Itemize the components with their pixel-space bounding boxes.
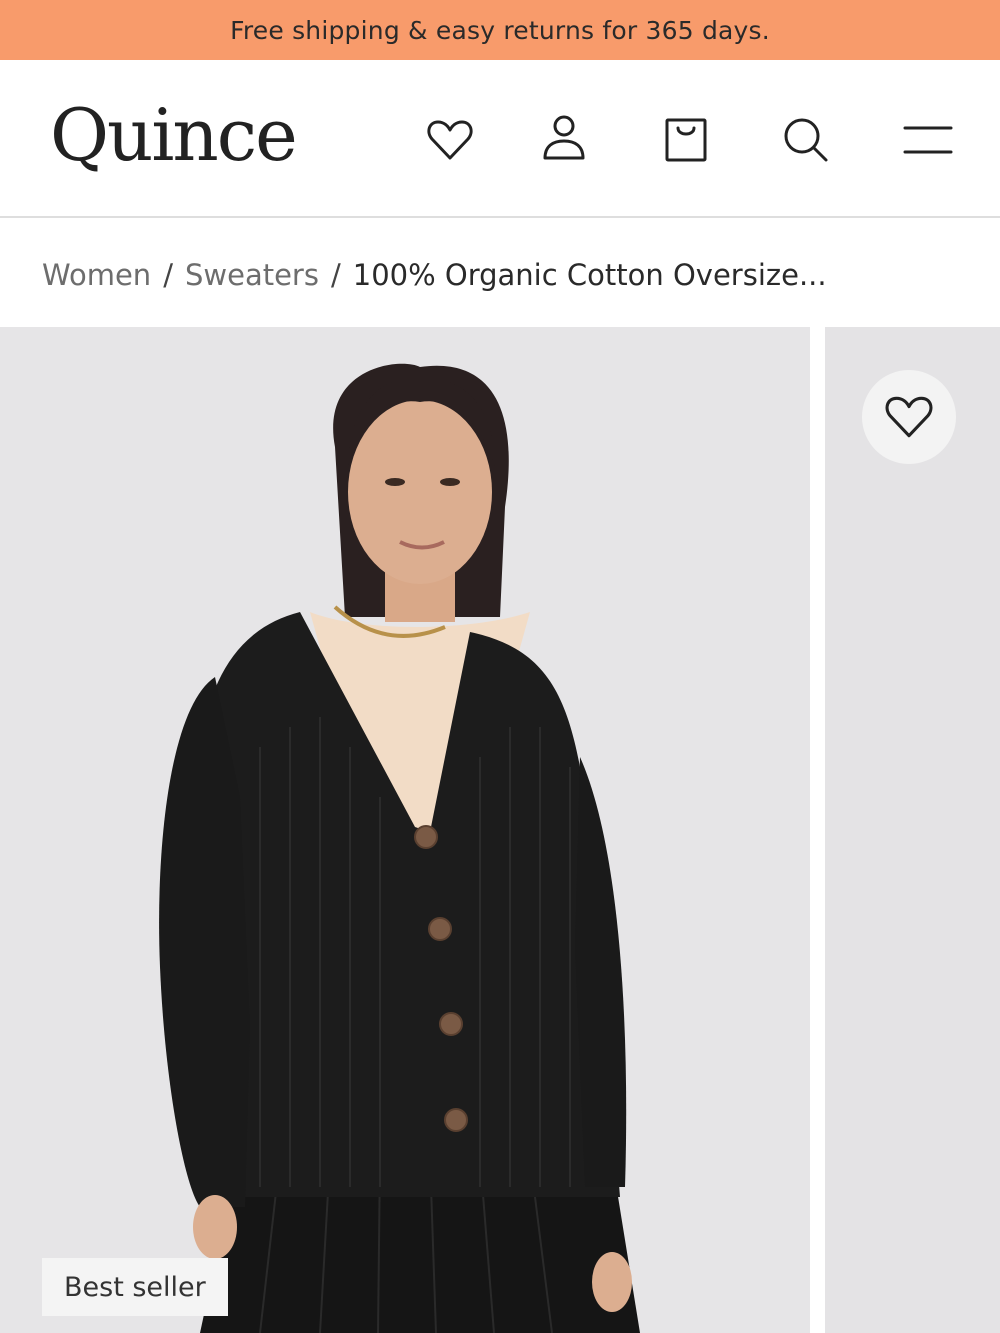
breadcrumb: Women / Sweaters / 100% Organic Cotton O… [42, 250, 827, 300]
user-icon [543, 115, 585, 160]
wishlist-heart-icon[interactable] [420, 110, 480, 170]
breadcrumb-separator: / [163, 258, 173, 292]
account-user-icon[interactable] [534, 110, 594, 170]
breadcrumb-women[interactable]: Women [42, 258, 151, 292]
product-gallery[interactable] [0, 327, 1000, 1333]
product-image-next[interactable] [825, 327, 1000, 1333]
magnifier-icon [784, 118, 828, 162]
promo-banner: Free shipping & easy returns for 365 day… [0, 0, 1000, 60]
menu-icon[interactable] [897, 110, 957, 170]
add-to-wishlist-button[interactable] [862, 370, 956, 464]
breadcrumb-current: 100% Organic Cotton Oversize... [352, 258, 827, 292]
breadcrumb-separator: / [330, 258, 341, 292]
hamburger-icon [903, 126, 953, 154]
product-photo [159, 363, 640, 1333]
product-image-main[interactable] [0, 327, 810, 1333]
search-icon[interactable] [776, 110, 836, 170]
cart-bag-icon[interactable] [656, 110, 716, 170]
heart-icon [427, 120, 473, 160]
shopping-bag-icon [665, 118, 707, 162]
breadcrumb-sweaters[interactable]: Sweaters [185, 258, 319, 292]
site-header: Quince [0, 60, 1000, 218]
promo-text: Free shipping & easy returns for 365 day… [230, 15, 770, 45]
best-seller-badge: Best seller [42, 1258, 228, 1316]
brand-logo[interactable]: Quince [50, 90, 298, 180]
heart-icon [885, 396, 933, 438]
